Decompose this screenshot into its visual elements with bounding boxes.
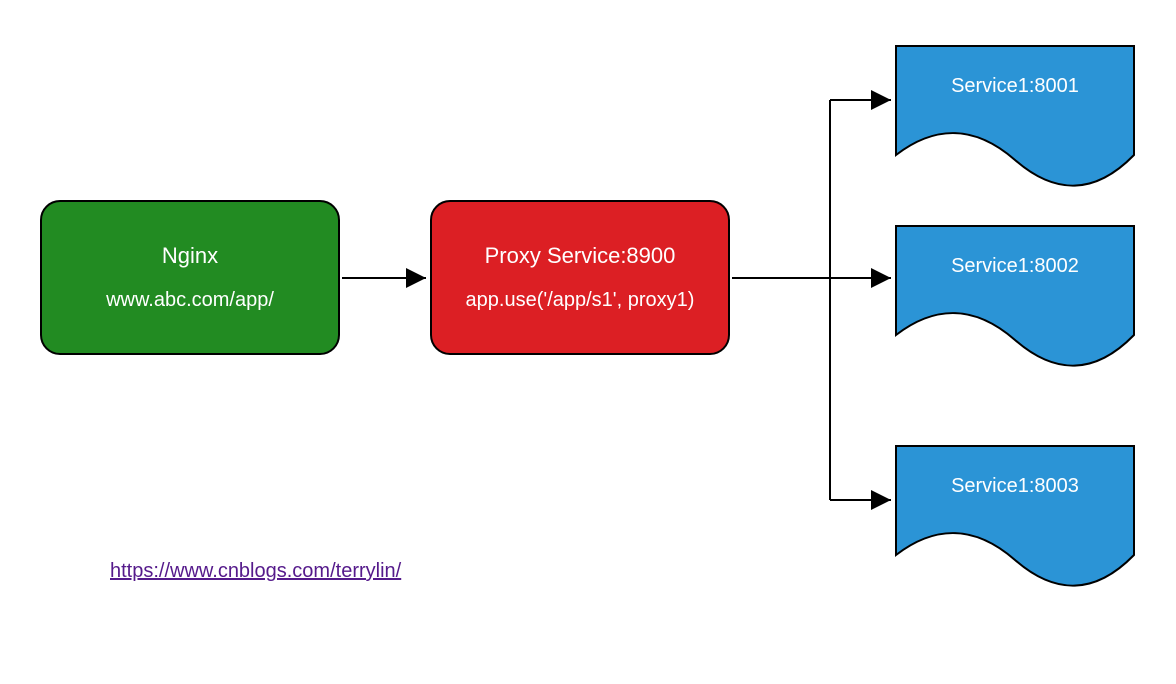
attribution-link[interactable]: https://www.cnblogs.com/terrylin/ (110, 560, 401, 583)
service-3-label: Service1:8003 (895, 475, 1135, 498)
nginx-title: Nginx (162, 243, 218, 269)
service-1-label: Service1:8001 (895, 75, 1135, 98)
proxy-sub: app.use('/app/s1', proxy1) (466, 289, 695, 312)
proxy-box: Proxy Service:8900 app.use('/app/s1', pr… (430, 200, 730, 355)
service-2-box: Service1:8002 (895, 225, 1135, 370)
nginx-sub: www.abc.com/app/ (106, 289, 274, 312)
service-2-label: Service1:8002 (895, 255, 1135, 278)
service-3-box: Service1:8003 (895, 445, 1135, 590)
proxy-title: Proxy Service:8900 (485, 243, 676, 269)
nginx-box: Nginx www.abc.com/app/ (40, 200, 340, 355)
service-1-box: Service1:8001 (895, 45, 1135, 190)
